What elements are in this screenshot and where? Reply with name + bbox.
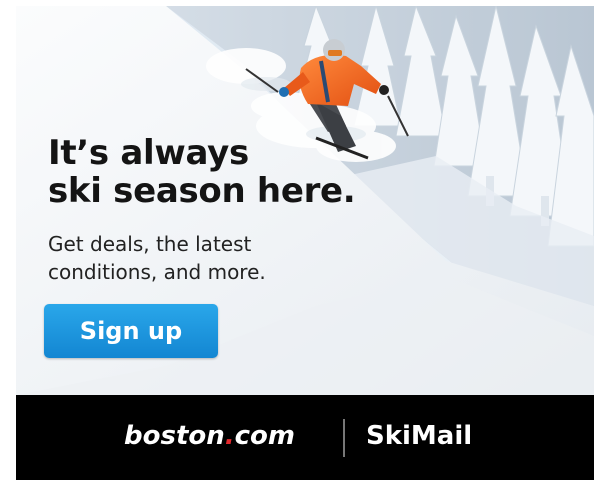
ad-banner[interactable]: It’s always ski season here. Get deals, …	[16, 6, 594, 480]
subtext: Get deals, the latest conditions, and mo…	[48, 230, 266, 286]
subtext-line-2: conditions, and more.	[48, 260, 266, 284]
brand-divider	[343, 419, 345, 457]
skimail-logo: SkiMail	[366, 421, 473, 451]
sign-up-button[interactable]: Sign up	[44, 304, 218, 358]
subtext-line-1: Get deals, the latest	[48, 232, 252, 256]
headline-line-1: It’s always	[48, 133, 249, 173]
brand-footer: boston.com SkiMail	[16, 395, 594, 480]
boston-com-logo: boston.com	[124, 421, 296, 451]
headline: It’s always ski season here.	[48, 133, 356, 211]
headline-line-2: ski season here.	[48, 171, 356, 211]
